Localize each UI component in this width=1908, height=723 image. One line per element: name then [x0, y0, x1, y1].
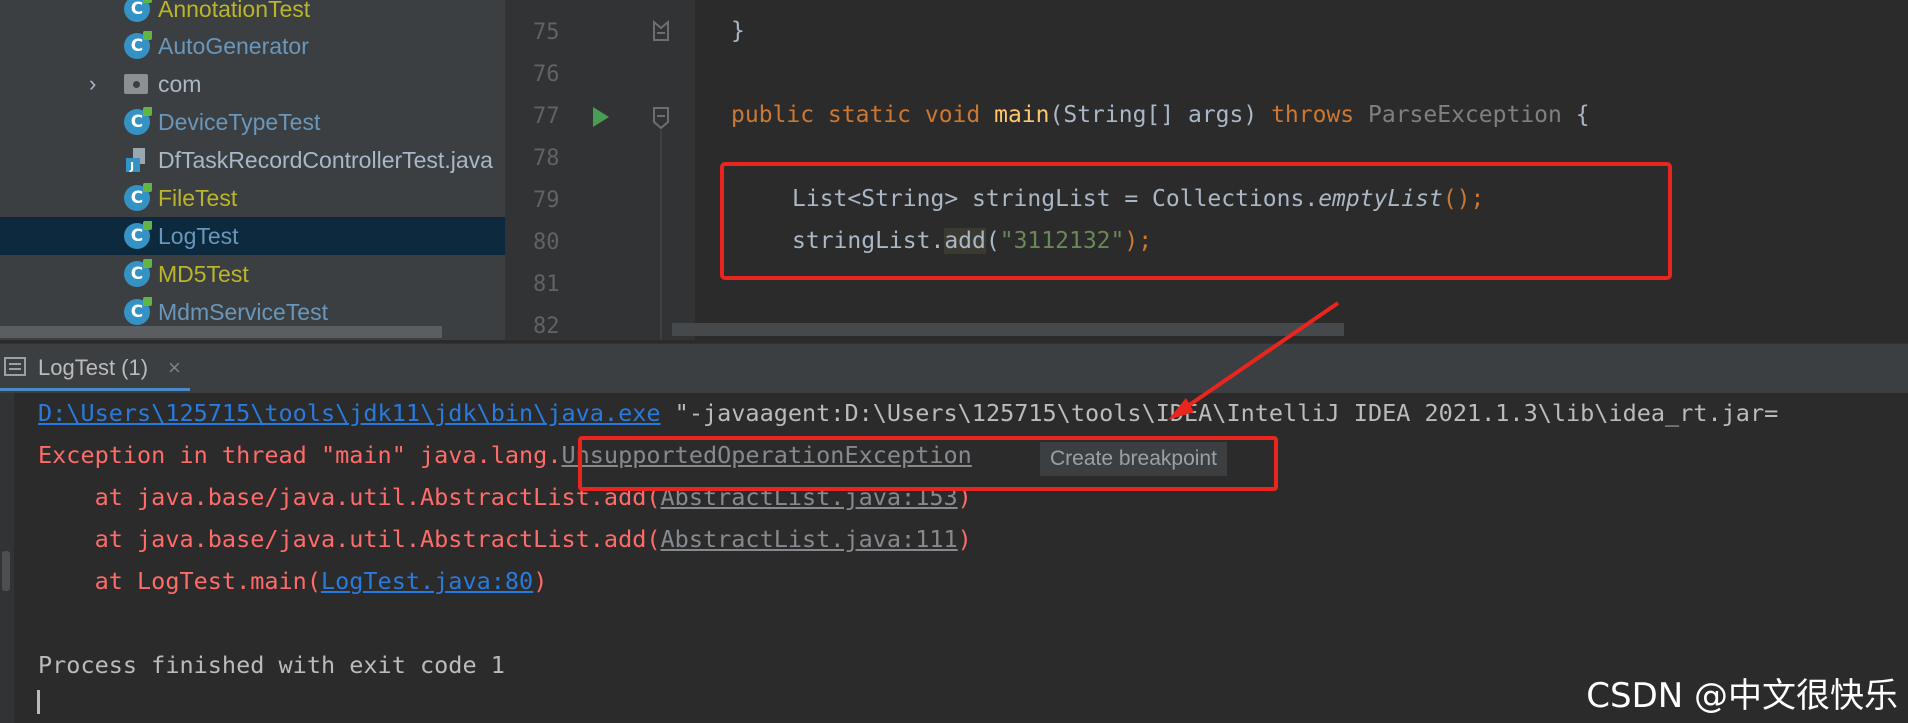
- project-tree: C AnnotationTest C AutoGenerator › com C…: [0, 0, 505, 340]
- console-text: at java.base/java.util.AbstractList.add(: [38, 483, 661, 511]
- line-number: 82: [533, 314, 560, 339]
- console-line-exit: Process finished with exit code 1: [38, 651, 505, 679]
- code-line-77[interactable]: public static void main(String[] args) t…: [731, 102, 1590, 128]
- java-class-icon: C: [124, 221, 152, 249]
- code-token: {: [1561, 102, 1590, 128]
- code-token: main: [994, 102, 1050, 128]
- tree-item-label: AutoGenerator: [158, 32, 309, 59]
- java-class-icon: C: [124, 183, 152, 211]
- tree-item-filetest[interactable]: C FileTest: [0, 179, 505, 217]
- console-line-stack-2: at java.base/java.util.AbstractList.add(…: [38, 525, 972, 553]
- tree-item-md5test[interactable]: C MD5Test: [0, 255, 505, 293]
- fold-end-icon[interactable]: [651, 18, 671, 44]
- java-class-icon: C: [124, 31, 152, 59]
- tree-item-label: com: [158, 70, 202, 97]
- tab-underline: [0, 388, 190, 391]
- run-tool-window-header: LogTest (1) ×: [0, 343, 1908, 394]
- code-token: public static void: [731, 102, 995, 128]
- tree-item-label: MD5Test: [158, 260, 249, 287]
- tree-item-label: DfTaskRecordControllerTest.java: [158, 146, 493, 173]
- code-line-75[interactable]: }: [731, 18, 745, 44]
- tree-item-label: AnnotationTest: [158, 0, 311, 22]
- tree-item-com[interactable]: › com: [0, 65, 505, 103]
- tree-item-autogenerator[interactable]: C AutoGenerator: [0, 27, 505, 65]
- chevron-right-icon[interactable]: ›: [89, 71, 96, 97]
- text-caret: [37, 690, 40, 714]
- console-text: at LogTest.main(: [38, 567, 321, 595]
- code-token: (String[] args): [1049, 102, 1272, 128]
- tree-item-label: LogTest: [158, 222, 239, 249]
- tree-item-dftaskrecordcontrollertest[interactable]: J DfTaskRecordControllerTest.java: [0, 141, 505, 179]
- console-line-stack-3: at LogTest.main(LogTest.java:80): [38, 567, 548, 595]
- tree-item-label: FileTest: [158, 184, 238, 211]
- code-token: ParseException: [1368, 102, 1562, 128]
- tree-item-label: DeviceTypeTest: [158, 108, 321, 135]
- console-gutter: [0, 393, 14, 723]
- line-number: 81: [533, 272, 560, 297]
- horizontal-scrollbar[interactable]: [672, 323, 1344, 336]
- java-class-icon: C: [124, 107, 152, 135]
- java-class-icon: C: [124, 0, 152, 22]
- editor-gutter: 75 76 77 78 79 80 81 82: [505, 0, 695, 340]
- code-token: throws: [1271, 102, 1368, 128]
- fold-guide: [660, 130, 662, 340]
- tree-item-annotationtest[interactable]: C AnnotationTest: [0, 0, 505, 28]
- console-text: ): [533, 567, 548, 595]
- console-text: "-javaagent:D:\Users\125715\tools\IDEA\I…: [660, 399, 1779, 427]
- tree-item-devicetypetest[interactable]: C DeviceTypeTest: [0, 103, 505, 141]
- console-line-command: D:\Users\125715\tools\jdk11\jdk\bin\java…: [38, 399, 1778, 427]
- line-number: 79: [533, 188, 560, 213]
- horizontal-scrollbar[interactable]: [0, 326, 442, 338]
- stack-frame-link[interactable]: LogTest.java:80: [321, 567, 533, 595]
- tab-logtest-run[interactable]: LogTest (1) ×: [0, 344, 190, 391]
- line-number: 77: [533, 104, 560, 129]
- line-number: 76: [533, 62, 560, 87]
- java-file-icon: J: [124, 147, 150, 173]
- console-text: ): [957, 525, 972, 553]
- tab-label: LogTest (1): [38, 354, 149, 380]
- fold-start-icon[interactable]: [651, 104, 671, 130]
- console-text: at java.base/java.util.AbstractList.add(: [38, 525, 661, 553]
- stack-frame-link[interactable]: AbstractList.java:111: [661, 525, 958, 553]
- java-exe-link[interactable]: D:\Users\125715\tools\jdk11\jdk\bin\java…: [38, 399, 661, 427]
- console-scroll-thumb[interactable]: [2, 551, 10, 591]
- java-class-icon: C: [124, 297, 152, 325]
- close-icon[interactable]: ×: [168, 355, 181, 381]
- tree-item-label: MdmServiceTest: [158, 298, 328, 325]
- console-text: Exception in thread "main" java.lang.: [38, 441, 562, 469]
- package-icon: [124, 74, 148, 94]
- watermark: CSDN @中文很快乐: [1586, 676, 1898, 716]
- run-icon[interactable]: [589, 104, 611, 130]
- svg-text:J: J: [129, 160, 134, 173]
- tree-item-logtest[interactable]: C LogTest: [0, 217, 505, 255]
- annotation-box-exception: [578, 436, 1278, 491]
- line-number: 80: [533, 230, 560, 255]
- console-icon: [4, 357, 26, 376]
- line-number: 78: [533, 146, 560, 171]
- annotation-box-code: [720, 162, 1672, 280]
- line-number: 75: [533, 20, 560, 45]
- java-class-icon: C: [124, 259, 152, 287]
- code-token: }: [731, 18, 745, 44]
